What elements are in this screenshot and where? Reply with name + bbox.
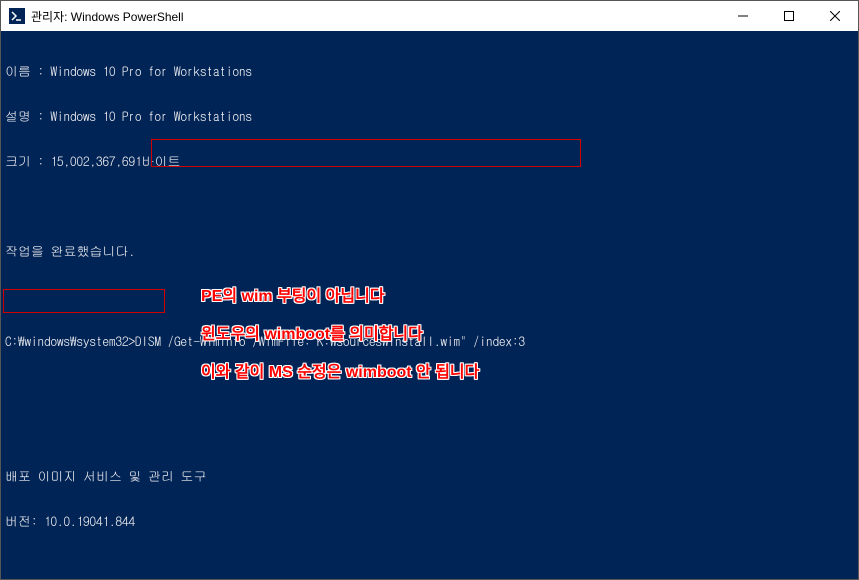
window-title: 관리자: Windows PowerShell	[31, 8, 720, 25]
terminal-output[interactable]: 이름 : Windows 10 Pro for Workstations 설명 …	[1, 31, 858, 579]
output-line: 작업을 완료했습니다.	[5, 243, 854, 258]
maximize-button[interactable]	[766, 1, 812, 31]
output-line	[5, 558, 854, 573]
output-line: 배포 이미지 서비스 및 관리 도구	[5, 468, 854, 483]
close-button[interactable]	[812, 1, 858, 31]
output-line: 크기 : 15,002,367,691바이트	[5, 153, 854, 168]
powershell-icon	[9, 8, 25, 24]
output-line: C:\windows\system32>DISM /Get-WimInfo /W…	[5, 333, 854, 348]
minimize-button[interactable]	[720, 1, 766, 31]
powershell-window: 관리자: Windows PowerShell 이름 : Windows 10 …	[0, 0, 859, 580]
output-line: 설명 : Windows 10 Pro for Workstations	[5, 108, 854, 123]
window-controls	[720, 1, 858, 31]
output-line	[5, 198, 854, 213]
output-line	[5, 288, 854, 303]
output-line: 이름 : Windows 10 Pro for Workstations	[5, 63, 854, 78]
titlebar: 관리자: Windows PowerShell	[1, 1, 858, 31]
output-line	[5, 423, 854, 438]
output-line	[5, 378, 854, 393]
output-line: 버전: 10.0.19041.844	[5, 513, 854, 528]
